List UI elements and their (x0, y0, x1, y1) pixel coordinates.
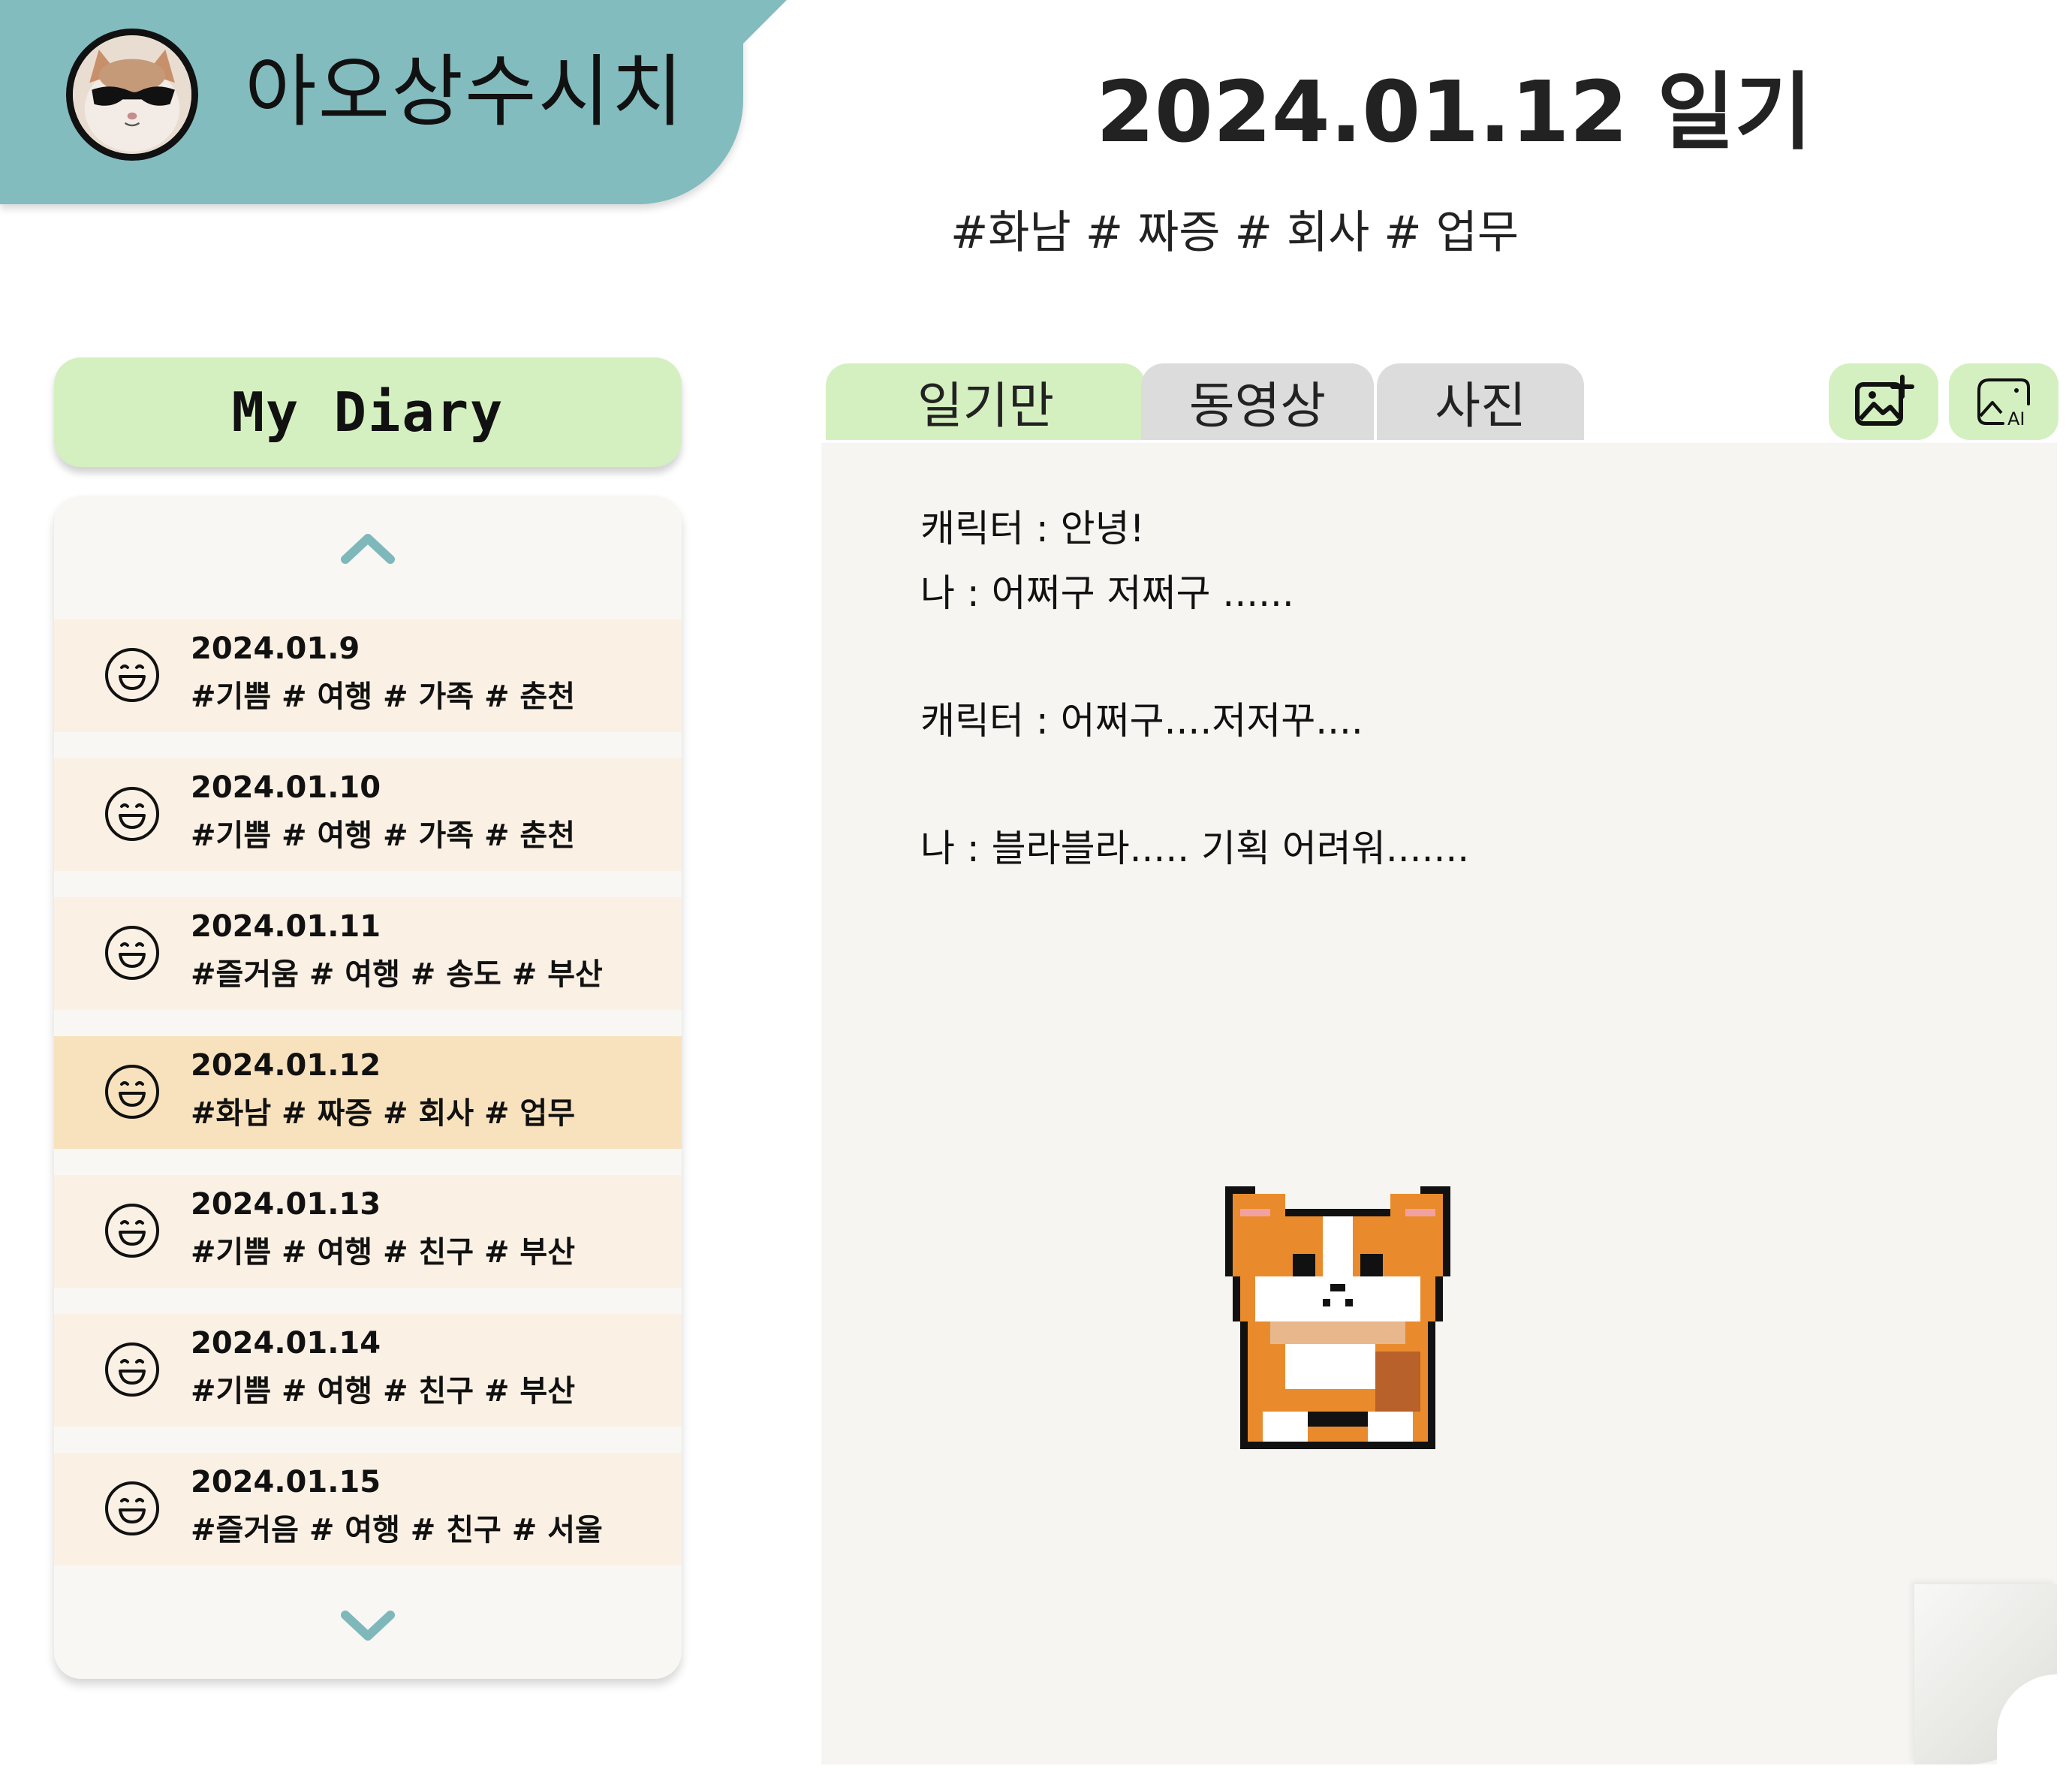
scroll-down-button[interactable] (338, 1608, 398, 1645)
tab-video[interactable]: 동영상 (1141, 363, 1374, 440)
smile-face-icon (102, 784, 162, 844)
pixel-corgi-icon (1225, 1186, 1450, 1449)
chevron-up-icon (341, 534, 395, 564)
entry-date: 2024.01.15 (191, 1465, 381, 1499)
entry-date: 2024.01.11 (191, 909, 381, 944)
page-curl-corner[interactable] (1914, 1584, 2057, 1764)
ai-image-icon: AI (1977, 378, 2030, 429)
diary-entry[interactable]: 2024.01.11 #즐거움 # 여행 # 송도 # 부산 (54, 897, 682, 1010)
dialogue-line: 캐릭터 : 안녕! (920, 507, 1145, 550)
add-image-button[interactable] (1829, 363, 1938, 440)
entry-tags: #기쁨 # 여행 # 친구 # 부산 (191, 1235, 576, 1270)
page-title: 2024.01.12 일기 (1096, 64, 1812, 161)
diary-entry[interactable]: 2024.01.12 #화남 # 짜증 # 회사 # 업무 (54, 1036, 682, 1149)
diary-entry[interactable]: 2024.01.10 #기쁨 # 여행 # 가족 # 춘천 (54, 758, 682, 871)
smile-face-icon (102, 1062, 162, 1122)
smile-face-icon (102, 1340, 162, 1400)
entry-date: 2024.01.14 (191, 1326, 381, 1361)
entry-tags: #즐거음 # 여행 # 친구 # 서울 (191, 1513, 603, 1547)
smile-face-icon (102, 1478, 162, 1538)
smile-face-icon (102, 923, 162, 983)
smile-face-icon (102, 1201, 162, 1261)
diary-entry[interactable]: 2024.01.13 #기쁨 # 여행 # 친구 # 부산 (54, 1175, 682, 1288)
entry-tags: #기쁨 # 여행 # 가족 # 춘천 (191, 818, 576, 853)
profile-header: 아오상수시치 (0, 0, 743, 204)
my-diary-button[interactable]: My Diary (54, 357, 682, 467)
ai-image-button[interactable]: AI (1949, 363, 2058, 440)
diary-entry[interactable]: 2024.01.15 #즐거음 # 여행 # 친구 # 서울 (54, 1453, 682, 1566)
entry-tags: #즐거움 # 여행 # 송도 # 부산 (191, 957, 603, 992)
entry-date: 2024.01.9 (191, 631, 360, 666)
entry-date: 2024.01.12 (191, 1048, 381, 1083)
entry-tags: #기쁨 # 여행 # 친구 # 부산 (191, 1374, 576, 1409)
corgi-character[interactable] (1225, 1186, 1450, 1449)
entry-tags: #기쁨 # 여행 # 가족 # 춘천 (191, 680, 576, 714)
entry-date: 2024.01.13 (191, 1187, 381, 1222)
image-plus-icon (1855, 375, 1914, 426)
username: 아오상수시치 (245, 46, 685, 137)
diary-entry[interactable]: 2024.01.9 #기쁨 # 여행 # 가족 # 춘천 (54, 619, 682, 732)
cat-sunglasses-avatar-icon (73, 35, 191, 154)
chevron-down-icon (341, 1611, 395, 1641)
diary-list-panel: 2024.01.9 #기쁨 # 여행 # 가족 # 춘천 2024.01.10 #기쁨… (54, 496, 682, 1679)
ai-label: AI (2007, 408, 2025, 429)
tab-diary-only[interactable]: 일기만 (826, 363, 1146, 440)
scroll-up-button[interactable] (338, 529, 398, 567)
page-tags: #화남 # 짜증 # 회사 # 업무 (950, 206, 1519, 259)
entry-tags: #화남 # 짜증 # 회사 # 업무 (191, 1096, 576, 1131)
diary-entry[interactable]: 2024.01.14 #기쁨 # 여행 # 친구 # 부산 (54, 1314, 682, 1427)
diary-content-area: 캐릭터 : 안녕! 나 : 어쩌구 저쩌구 ...... 캐릭터 : 어쩌구..… (821, 443, 2057, 1764)
tab-photo[interactable]: 사진 (1377, 363, 1584, 440)
smile-face-icon (102, 645, 162, 705)
dialogue-line: 나 : 어쩌구 저쩌구 ...... (920, 571, 1294, 615)
dialogue-line: 캐릭터 : 어쩌구....저저꾸.... (920, 699, 1363, 743)
entry-date: 2024.01.10 (191, 770, 381, 805)
dialogue-line: 나 : 블라블라..... 기획 어려워....... (920, 827, 1470, 870)
avatar[interactable] (66, 29, 198, 161)
